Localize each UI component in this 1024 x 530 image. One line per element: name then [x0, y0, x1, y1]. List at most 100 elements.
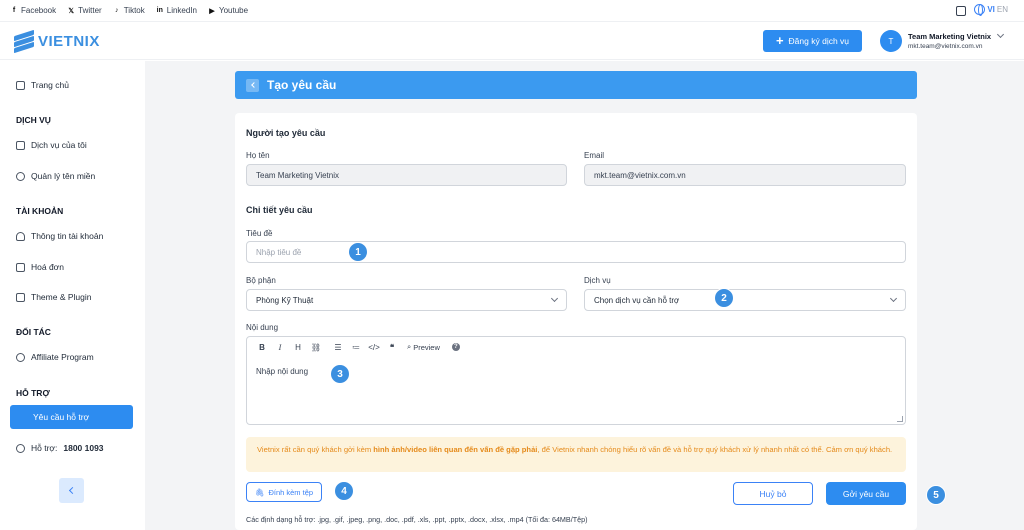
attach-file-button[interactable]: 🖇 Đính kèm tệp — [246, 482, 322, 502]
sidebar-item-my-services[interactable]: Dịch vụ của tôi — [16, 140, 87, 150]
logo-text: VIETNIX — [38, 32, 100, 50]
social-label: LinkedIn — [166, 6, 197, 15]
social-twitter[interactable]: 𝕏 Twitter — [67, 6, 102, 15]
calendar-icon — [16, 140, 25, 150]
name-label: Họ tên — [246, 151, 270, 160]
search-icon: ⌕ — [407, 342, 412, 351]
globe-icon — [16, 171, 25, 181]
back-button[interactable] — [246, 78, 259, 92]
chevron-down-icon — [889, 294, 898, 303]
sidebar-item-affiliate[interactable]: Affiliate Program — [16, 352, 94, 362]
logo[interactable]: VIETNIX — [14, 29, 100, 54]
page-header: Tạo yêu cầu — [235, 71, 917, 99]
header: VIETNIX + Đăng ký dịch vụ T Team Marketi… — [0, 22, 1024, 60]
language-switcher[interactable]: VI EN — [974, 4, 1008, 16]
step-marker-4: 4 — [334, 481, 354, 501]
step-marker-3: 3 — [330, 364, 350, 384]
share-icon — [16, 352, 25, 362]
lang-vi[interactable]: VI — [987, 5, 995, 14]
subject-input[interactable]: Nhập tiêu đề — [246, 241, 906, 263]
sidebar-item-domains[interactable]: Quản lý tên miền — [16, 171, 95, 181]
email-label: Email — [584, 151, 605, 160]
social-tiktok[interactable]: ♪ Tiktok — [113, 6, 145, 15]
content-label: Nội dung — [246, 323, 279, 332]
register-service-button[interactable]: + Đăng ký dịch vụ — [763, 30, 862, 52]
register-service-label: Đăng ký dịch vụ — [788, 36, 850, 46]
italic-button[interactable]: I — [271, 343, 289, 352]
service-select[interactable]: Chọn dịch vụ cần hỗ trợ — [584, 289, 906, 311]
social-label: Tiktok — [123, 6, 145, 15]
sidebar-item-label: Thông tin tài khoản — [31, 231, 104, 241]
page-title: Tạo yêu cầu — [267, 78, 337, 92]
department-value: Phòng Kỹ Thuật — [256, 295, 314, 305]
resize-handle[interactable] — [897, 416, 903, 422]
sidebar-item-invoices[interactable]: Hoá đơn — [16, 262, 64, 272]
sidebar-item-themes[interactable]: Theme & Plugin — [16, 292, 91, 302]
sidebar-section-partner: ĐỐI TÁC — [16, 327, 51, 337]
x-icon: 𝕏 — [68, 7, 74, 15]
linkedin-icon: in — [156, 7, 163, 14]
sidebar-item-label: Dịch vụ của tôi — [31, 140, 87, 150]
lang-en[interactable]: EN — [997, 5, 1008, 14]
subject-label: Tiêu đề — [246, 229, 273, 238]
avatar: T — [880, 30, 902, 52]
details-section-title: Chi tiết yêu cầu — [246, 205, 313, 215]
user-name: Team Marketing Vietnix — [908, 32, 992, 41]
sidebar-item-home[interactable]: Trang chủ — [16, 80, 69, 90]
home-icon — [16, 80, 25, 90]
social-label: Twitter — [78, 6, 102, 15]
preview-label: Preview — [413, 342, 440, 352]
bullet-list-icon[interactable]: ☰ — [329, 343, 347, 352]
cart-icon[interactable] — [956, 5, 967, 16]
sidebar-item-label: Quản lý tên miền — [31, 171, 96, 181]
sidebar-item-account-info[interactable]: Thông tin tài khoản — [16, 231, 103, 241]
department-select[interactable]: Phòng Kỹ Thuật — [246, 289, 567, 311]
hotline-label: Hỗ trợ: — [31, 443, 58, 453]
social-bar: f Facebook 𝕏 Twitter ♪ Tiktok in LinkedIn ▶ Y… — [0, 0, 1024, 22]
notice-text: Vietnix rất cần quý khách gởi kèm — [257, 445, 374, 454]
attach-file-label: Đính kèm tệp — [268, 487, 314, 497]
chevron-left-icon — [250, 82, 257, 88]
numbered-list-icon[interactable]: ≔ — [347, 343, 365, 352]
sidebar-section-account: TÀI KHOẢN — [16, 206, 64, 216]
hotline-number: 1800 1093 — [63, 443, 104, 453]
sidebar-item-support-request[interactable]: Yêu cầu hỗ trợ — [10, 405, 133, 429]
sidebar-section-support: HỖ TRỢ — [16, 388, 50, 398]
requester-section-title: Người tạo yêu cầu — [246, 128, 326, 138]
supported-formats: Các định dạng hỗ trợ: .jpg, .gif, .jpeg,… — [246, 515, 588, 524]
paperclip-icon: 🖇 — [254, 487, 265, 497]
attachment-notice: Vietnix rất cần quý khách gởi kèm hình ả… — [246, 437, 906, 472]
collapse-sidebar-button[interactable] — [59, 478, 84, 503]
preview-button[interactable]: ⌕ Preview — [407, 342, 440, 352]
sidebar-item-hotline[interactable]: Hỗ trợ: 1800 1093 — [16, 443, 104, 453]
globe-icon — [974, 4, 986, 16]
code-icon[interactable]: </> — [365, 343, 383, 352]
help-icon[interactable]: ? — [451, 343, 460, 351]
social-linkedin[interactable]: in LinkedIn — [156, 6, 197, 15]
quote-icon[interactable]: ❝ — [383, 343, 401, 352]
step-marker-2: 2 — [714, 288, 734, 308]
sidebar-item-label: Yêu cầu hỗ trợ — [33, 412, 90, 422]
service-label: Dịch vụ — [584, 276, 611, 285]
user-menu[interactable]: T Team Marketing Vietnix mkt.team@vietni… — [880, 30, 1005, 52]
step-marker-5: 5 — [926, 485, 946, 505]
sidebar-item-label: Affiliate Program — [31, 352, 94, 362]
bold-button[interactable]: B — [253, 343, 271, 352]
submit-button[interactable]: Gởi yêu cầu — [826, 482, 906, 505]
email-field: mkt.team@vietnix.com.vn — [584, 164, 906, 186]
youtube-icon: ▶ — [209, 7, 215, 15]
social-facebook[interactable]: f Facebook — [10, 6, 56, 15]
notice-text-rest: , để Vietnix nhanh chóng hiểu rõ vấn đề … — [537, 445, 893, 454]
service-value: Chọn dịch vụ cần hỗ trợ — [594, 295, 680, 305]
invoice-icon — [16, 262, 25, 272]
name-field: Team Marketing Vietnix — [246, 164, 567, 186]
phone-icon — [16, 443, 25, 453]
heading-button[interactable]: H — [289, 343, 307, 352]
social-youtube[interactable]: ▶ Youtube — [208, 6, 248, 15]
social-label: Facebook — [21, 6, 57, 15]
department-label: Bộ phận — [246, 276, 276, 285]
cancel-button[interactable]: Huỷ bỏ — [733, 482, 813, 505]
link-icon[interactable]: ⛓ — [307, 343, 325, 352]
ticket-icon — [17, 414, 27, 421]
download-icon — [16, 292, 25, 302]
